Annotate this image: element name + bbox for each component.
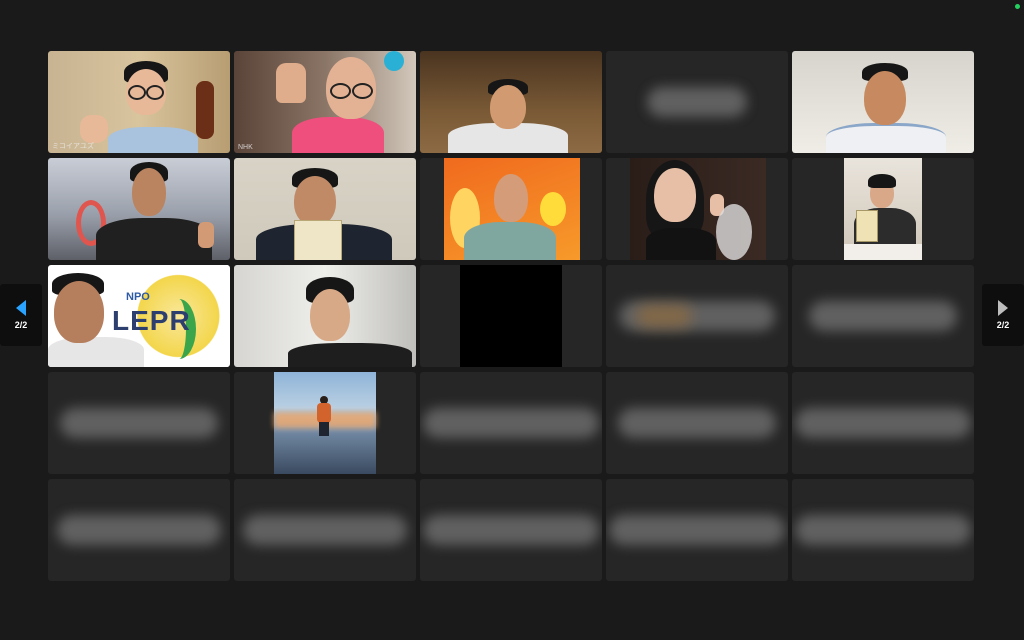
- participant-video-tile[interactable]: [606, 479, 788, 581]
- participant-video-tile[interactable]: [420, 158, 602, 260]
- participant-video-tile[interactable]: ミコイアユズ: [48, 51, 230, 153]
- previous-page-label: 2/2: [14, 320, 28, 330]
- previous-page-button[interactable]: 2/2: [0, 284, 42, 346]
- participant-video-tile[interactable]: [606, 265, 788, 367]
- participant-name-blurred: [609, 515, 785, 545]
- participant-video-tile[interactable]: [420, 265, 602, 367]
- participant-video-tile[interactable]: NPO LEPR: [48, 265, 230, 367]
- participant-video-tile[interactable]: [420, 479, 602, 581]
- participant-video-tile[interactable]: [792, 51, 974, 153]
- participant-video-tile[interactable]: [792, 265, 974, 367]
- participant-name-blurred: [60, 408, 218, 438]
- participant-video-tile[interactable]: [792, 372, 974, 474]
- participant-video-tile[interactable]: [606, 51, 788, 153]
- participant-video-tile[interactable]: [48, 158, 230, 260]
- participant-video-tile[interactable]: [234, 265, 416, 367]
- participant-name-blurred: [243, 515, 407, 545]
- participant-name-blurred: [795, 408, 971, 438]
- triangle-left-icon: [16, 300, 26, 316]
- participant-video-tile[interactable]: NHK: [234, 51, 416, 153]
- participant-name-blurred: [423, 515, 599, 545]
- participant-name-blurred: [809, 301, 957, 331]
- participant-video-tile[interactable]: [420, 51, 602, 153]
- participant-video-tile[interactable]: [48, 372, 230, 474]
- connection-status-dot: [1015, 4, 1020, 9]
- video-grid: ミコイアユズ NHK NPO LEPR: [48, 51, 974, 581]
- triangle-right-icon: [998, 300, 1008, 316]
- participant-video-tile[interactable]: [48, 479, 230, 581]
- participant-name-blurred: [795, 515, 971, 545]
- participant-name-blurred: [423, 408, 599, 438]
- participant-video-tile[interactable]: [420, 372, 602, 474]
- participant-label: NHK: [238, 144, 253, 151]
- participant-video-tile[interactable]: [234, 158, 416, 260]
- next-page-label: 2/2: [996, 320, 1010, 330]
- participant-video-tile[interactable]: [234, 479, 416, 581]
- participant-name-blurred: [618, 408, 776, 438]
- npo-logo-text: NPO: [126, 291, 150, 303]
- participant-video-tile[interactable]: [606, 158, 788, 260]
- participant-video-tile[interactable]: [234, 372, 416, 474]
- participant-label: ミコイアユズ: [52, 143, 94, 150]
- next-page-button[interactable]: 2/2: [982, 284, 1024, 346]
- participant-video-tile[interactable]: [792, 158, 974, 260]
- participant-video-tile[interactable]: [606, 372, 788, 474]
- participant-name-blurred: [647, 87, 747, 117]
- participant-video-tile[interactable]: [792, 479, 974, 581]
- lepr-logo-text: LEPR: [112, 305, 191, 336]
- participant-name-blurred: [57, 515, 221, 545]
